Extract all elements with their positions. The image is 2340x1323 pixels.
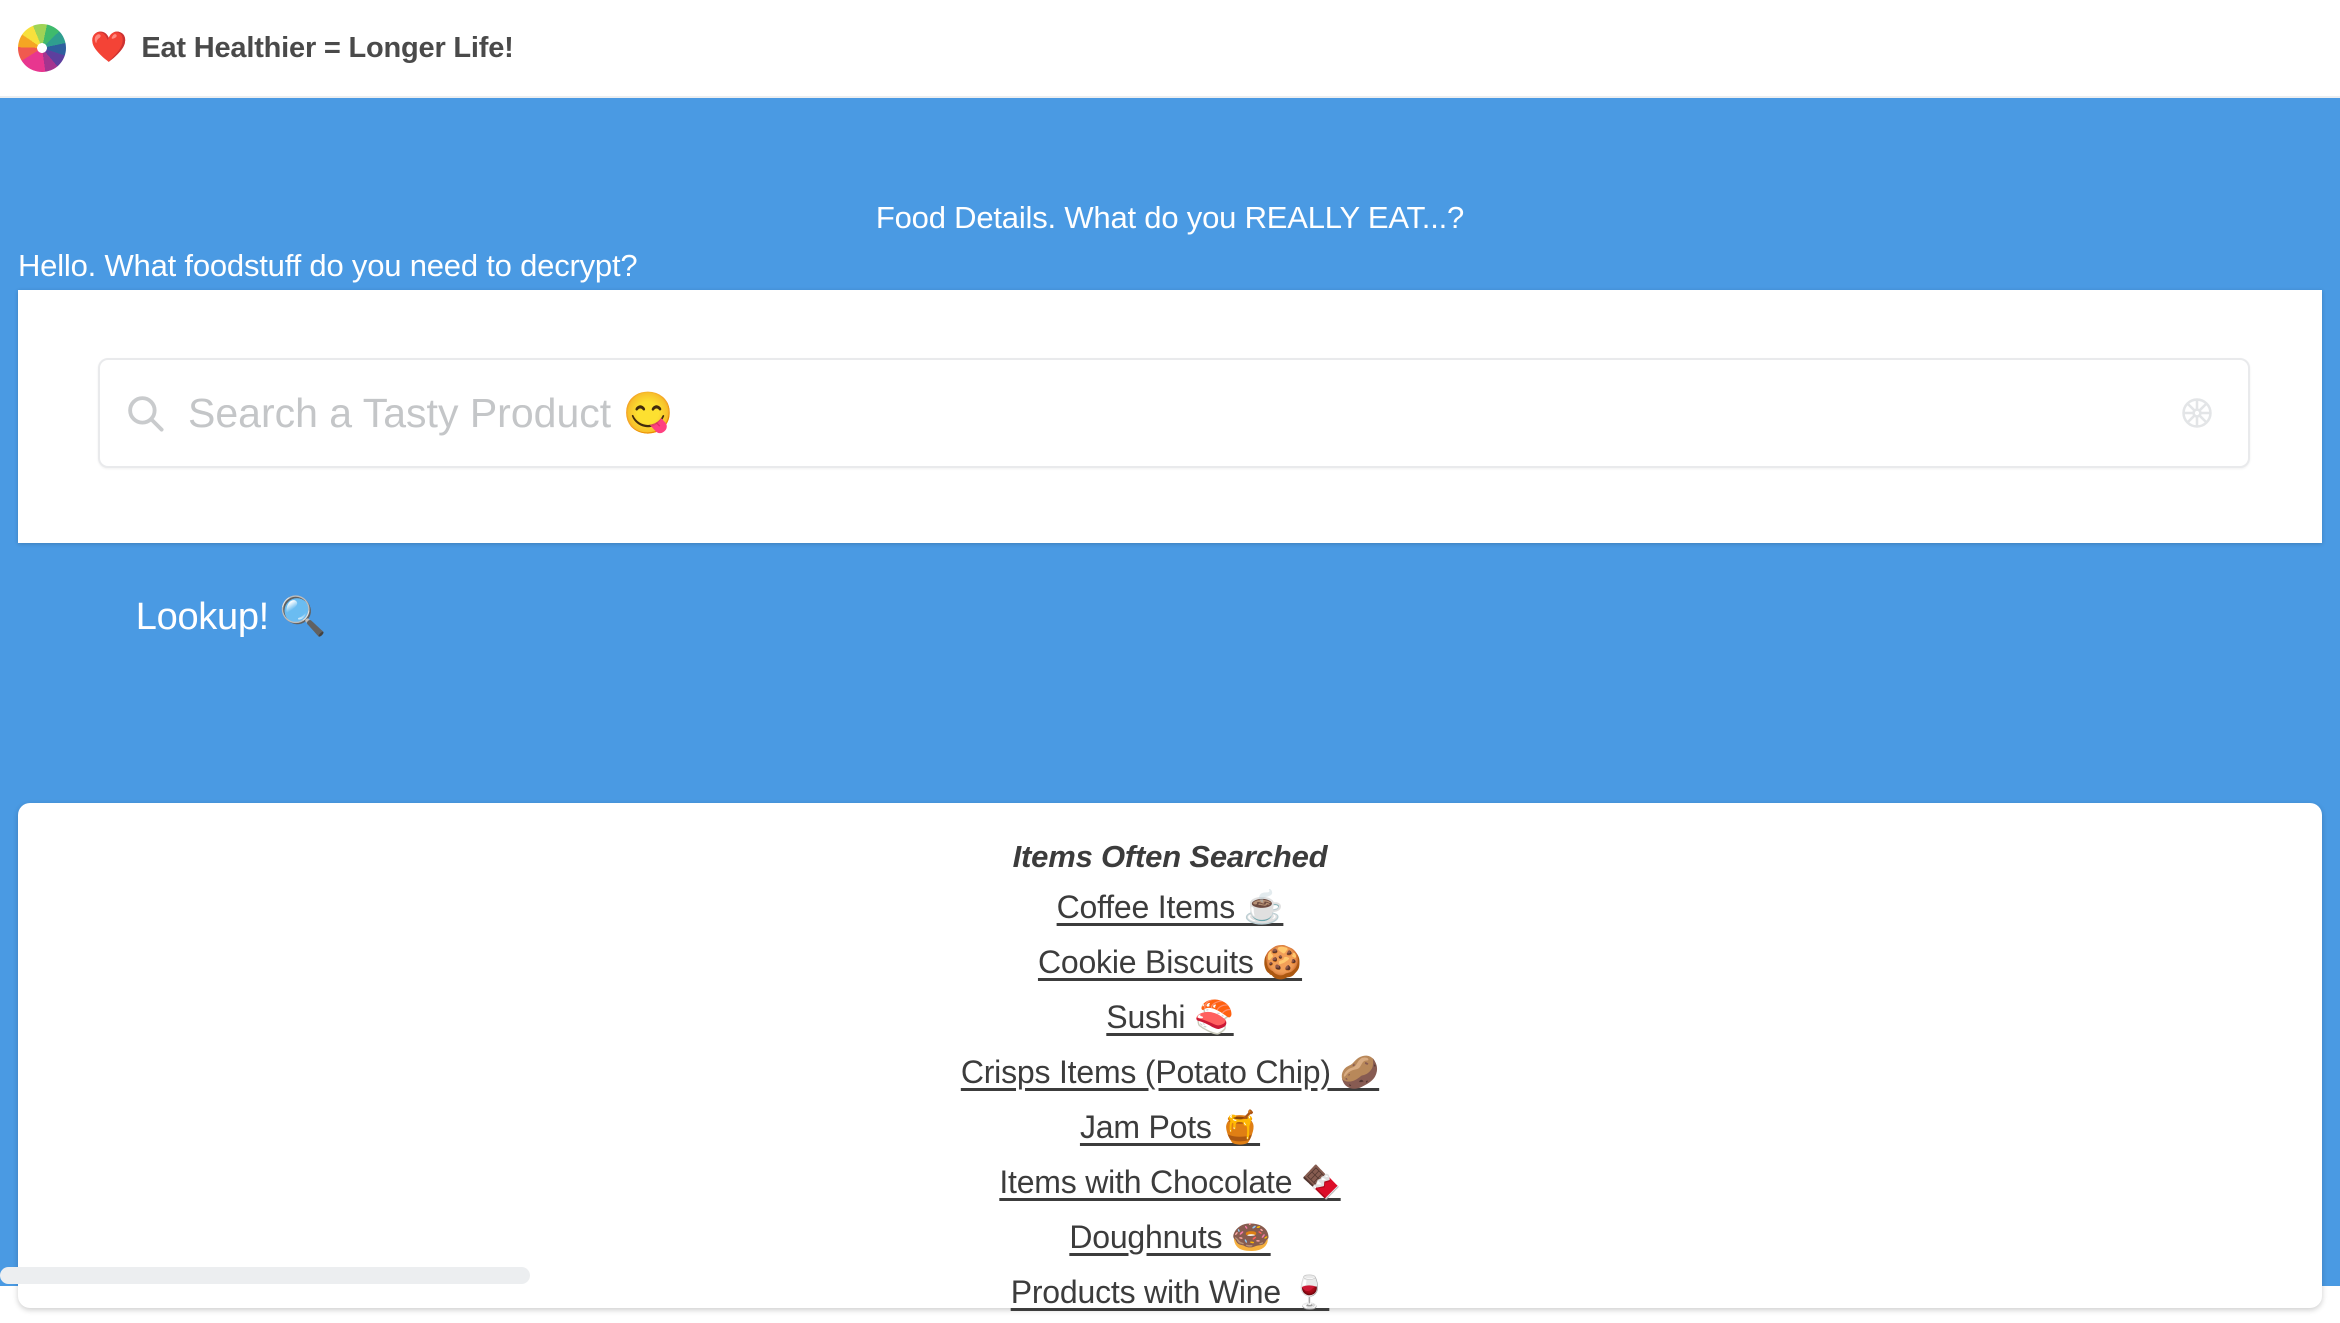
list-item: Coffee Items ☕ (18, 883, 2322, 938)
popular-link-chocolate[interactable]: Items with Chocolate 🍫 (999, 1164, 1340, 1200)
list-item: Jam Pots 🍯 (18, 1103, 2322, 1158)
search-field-wrapper[interactable] (98, 358, 2250, 468)
hero-title: Food Details. What do you REALLY EAT...? (0, 200, 2340, 236)
list-item: Doughnuts 🍩 (18, 1213, 2322, 1268)
horizontal-scrollbar-thumb[interactable] (0, 1267, 530, 1284)
popular-link-jam[interactable]: Jam Pots 🍯 (1080, 1109, 1260, 1145)
page-title: Eat Healthier = Longer Life! (141, 32, 513, 65)
list-item: Cookie Biscuits 🍪 (18, 938, 2322, 993)
popular-link-cookie[interactable]: Cookie Biscuits 🍪 (1038, 944, 1302, 980)
popular-link-doughnuts[interactable]: Doughnuts 🍩 (1069, 1219, 1270, 1255)
popular-link-sushi[interactable]: Sushi 🍣 (1106, 999, 1233, 1035)
app-header: ❤️ Eat Healthier = Longer Life! (0, 0, 2340, 98)
popular-searches-list: Coffee Items ☕ Cookie Biscuits 🍪 Sushi 🍣… (18, 883, 2322, 1323)
list-item: Crisps Items (Potato Chip) 🥔 (18, 1048, 2322, 1103)
popular-searches-heading: Items Often Searched (18, 839, 2322, 875)
lookup-button[interactable]: Lookup! 🔍 (98, 576, 364, 657)
popular-link-crisps[interactable]: Crisps Items (Potato Chip) 🥔 (961, 1054, 1379, 1090)
asterisk-circle-icon[interactable] (2180, 396, 2214, 430)
site-logo-icon (18, 24, 66, 72)
hero-subtitle: Hello. What foodstuff do you need to dec… (18, 248, 637, 284)
page-body: Food Details. What do you REALLY EAT...?… (0, 98, 2340, 1286)
heart-icon: ❤️ (90, 33, 127, 63)
search-icon (124, 392, 166, 434)
search-card (18, 290, 2322, 543)
popular-link-coffee[interactable]: Coffee Items ☕ (1057, 889, 1284, 925)
popular-searches-card: Items Often Searched Coffee Items ☕ Cook… (18, 803, 2322, 1308)
list-item: Sushi 🍣 (18, 993, 2322, 1048)
list-item: Items with Chocolate 🍫 (18, 1158, 2322, 1213)
horizontal-scrollbar[interactable] (0, 1265, 2340, 1286)
search-input[interactable] (166, 360, 2180, 466)
